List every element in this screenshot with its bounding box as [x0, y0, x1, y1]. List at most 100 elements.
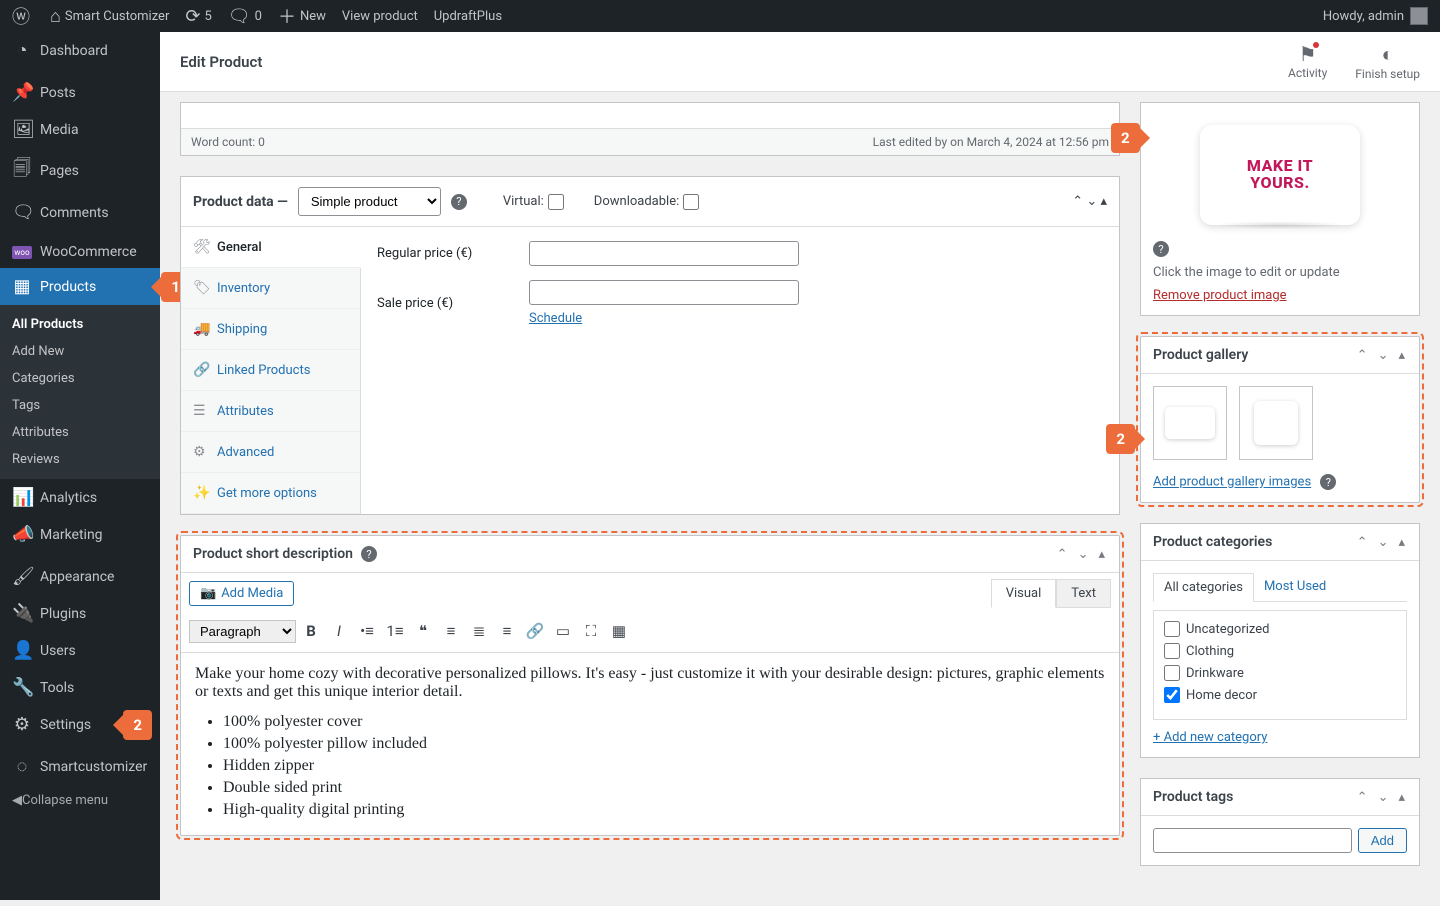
sub-all-products[interactable]: All Products	[0, 311, 160, 338]
cat-home-decor[interactable]: Home decor	[1164, 687, 1396, 703]
tab-linked[interactable]: 🔗Linked Products	[181, 350, 360, 391]
move-down-icon[interactable]: ⌄	[1076, 547, 1091, 562]
updraftplus[interactable]: UpdraftPlus	[426, 0, 510, 32]
move-up-icon[interactable]: ⌃	[1072, 194, 1083, 209]
italic-button[interactable]: I	[326, 618, 352, 644]
add-media-button[interactable]: 📷Add Media	[189, 581, 294, 606]
sale-price-input[interactable]	[529, 280, 799, 305]
product-type-select[interactable]: Simple product	[298, 187, 441, 216]
menu-users[interactable]: 👤Users	[0, 632, 160, 669]
new-label: New	[300, 9, 326, 24]
menu-plugins[interactable]: 🔌Plugins	[0, 595, 160, 632]
bold-button[interactable]: B	[298, 618, 324, 644]
tab-most-used[interactable]: Most Used	[1254, 573, 1336, 601]
sub-categories[interactable]: Categories	[0, 365, 160, 392]
sub-reviews[interactable]: Reviews	[0, 446, 160, 473]
cat-uncategorized[interactable]: Uncategorized	[1164, 621, 1396, 637]
updates[interactable]: ⟳5	[177, 0, 219, 32]
fullscreen-button[interactable]: ⛶	[578, 618, 604, 644]
remove-image-link[interactable]: Remove product image	[1153, 288, 1407, 303]
move-down-icon[interactable]: ⌄	[1376, 348, 1391, 363]
toggle-panel-icon[interactable]: ▴	[1396, 348, 1407, 363]
link-button[interactable]: 🔗	[522, 618, 548, 644]
bullets-button[interactable]: •≡	[354, 618, 380, 644]
move-up-icon[interactable]: ⌃	[1055, 547, 1070, 562]
align-left-button[interactable]: ≡	[438, 618, 464, 644]
menu-dashboard[interactable]: ◔Dashboard	[0, 32, 160, 69]
paragraph-select[interactable]: Paragraph	[189, 620, 296, 643]
menu-smartcustomizer[interactable]: ◌Smartcustomizer	[0, 748, 160, 785]
tab-more[interactable]: ✨Get more options	[181, 473, 360, 514]
new-content[interactable]: ＋New	[270, 0, 334, 32]
help-icon[interactable]: ?	[451, 194, 467, 210]
downloadable-checkbox[interactable]	[683, 194, 699, 210]
tag-input[interactable]	[1153, 828, 1352, 853]
menu-media[interactable]: 🖼Media	[0, 111, 160, 148]
schedule-link[interactable]: Schedule	[529, 311, 582, 326]
menu-products[interactable]: ▦Products 1	[0, 268, 160, 305]
move-down-icon[interactable]: ⌄	[1086, 194, 1097, 209]
move-up-icon[interactable]: ⌃	[1355, 790, 1370, 805]
move-up-icon[interactable]: ⌃	[1355, 535, 1370, 550]
site-name-label: Smart Customizer	[65, 9, 169, 24]
site-name[interactable]: ⌂Smart Customizer	[42, 0, 177, 32]
wp-logo[interactable]: ⓦ	[4, 0, 42, 32]
sub-tags[interactable]: Tags	[0, 392, 160, 419]
downloadable-toggle[interactable]: Downloadable:	[594, 194, 699, 210]
virtual-toggle[interactable]: Virtual:	[503, 194, 564, 210]
toggle-panel-icon[interactable]: ▴	[1396, 790, 1407, 805]
activity-button[interactable]: ⚑ Activity	[1288, 42, 1327, 81]
menu-comments[interactable]: 🗨Comments	[0, 194, 160, 231]
my-account[interactable]: Howdy, admin	[1315, 0, 1436, 32]
move-up-icon[interactable]: ⌃	[1355, 348, 1370, 363]
tab-shipping[interactable]: 🚚Shipping	[181, 309, 360, 350]
collapse-menu[interactable]: ◀Collapse menu	[0, 785, 160, 816]
menu-marketing[interactable]: 📣Marketing	[0, 516, 160, 553]
sub-attributes[interactable]: Attributes	[0, 419, 160, 446]
help-icon[interactable]: ?	[361, 546, 377, 562]
help-icon[interactable]: ?	[1320, 474, 1336, 490]
align-center-button[interactable]: ≣	[466, 618, 492, 644]
menu-settings[interactable]: ⚙Settings 2	[0, 706, 160, 743]
menu-appearance[interactable]: 🖌Appearance	[0, 558, 160, 595]
tab-inventory[interactable]: 🏷Inventory	[181, 268, 360, 309]
quote-button[interactable]: ❝	[410, 618, 436, 644]
tab-text[interactable]: Text	[1056, 579, 1111, 608]
tab-general[interactable]: 🛠General	[181, 227, 361, 268]
product-image-thumb[interactable]: MAKE ITYOURS.	[1175, 115, 1385, 235]
add-tag-button[interactable]: Add	[1358, 828, 1407, 853]
menu-analytics[interactable]: 📊Analytics	[0, 479, 160, 516]
toggle-panel-icon[interactable]: ▴	[1396, 535, 1407, 550]
align-right-button[interactable]: ≡	[494, 618, 520, 644]
cat-drinkware[interactable]: Drinkware	[1164, 665, 1396, 681]
add-category-link[interactable]: + Add new category	[1153, 730, 1407, 745]
sub-add-new[interactable]: Add New	[0, 338, 160, 365]
regular-price-input[interactable]	[529, 241, 799, 266]
menu-woocommerce[interactable]: wooWooCommerce	[0, 236, 160, 268]
add-gallery-link[interactable]: Add product gallery images	[1153, 475, 1311, 490]
menu-posts[interactable]: 📌Posts	[0, 74, 160, 111]
comments[interactable]: 🗨0	[220, 0, 270, 32]
help-icon[interactable]: ?	[1153, 241, 1169, 257]
gallery-thumb[interactable]	[1153, 386, 1227, 460]
tab-attributes[interactable]: ☰Attributes	[181, 391, 360, 432]
tab-visual[interactable]: Visual	[991, 579, 1057, 608]
toolbar-toggle-button[interactable]: ▦	[606, 618, 632, 644]
toggle-panel-icon[interactable]: ▴	[1096, 547, 1107, 562]
tab-all-categories[interactable]: All categories	[1153, 573, 1254, 602]
category-list: Uncategorized Clothing Drinkware Home de…	[1153, 610, 1407, 720]
finish-setup-button[interactable]: ◐ Finish setup	[1355, 42, 1420, 81]
menu-tools[interactable]: 🔧Tools	[0, 669, 160, 706]
gallery-thumb[interactable]	[1239, 386, 1313, 460]
move-down-icon[interactable]: ⌄	[1376, 790, 1391, 805]
cat-clothing[interactable]: Clothing	[1164, 643, 1396, 659]
tab-advanced[interactable]: ⚙Advanced	[181, 432, 360, 473]
move-down-icon[interactable]: ⌄	[1376, 535, 1391, 550]
virtual-checkbox[interactable]	[548, 194, 564, 210]
readmore-button[interactable]: ▭	[550, 618, 576, 644]
numbers-button[interactable]: 1≡	[382, 618, 408, 644]
toggle-panel-icon[interactable]: ▴	[1100, 194, 1107, 209]
view-product[interactable]: View product	[334, 0, 426, 32]
short-desc-editor[interactable]: Make your home cozy with decorative pers…	[181, 653, 1119, 835]
menu-pages[interactable]: 🗐Pages	[0, 148, 160, 194]
